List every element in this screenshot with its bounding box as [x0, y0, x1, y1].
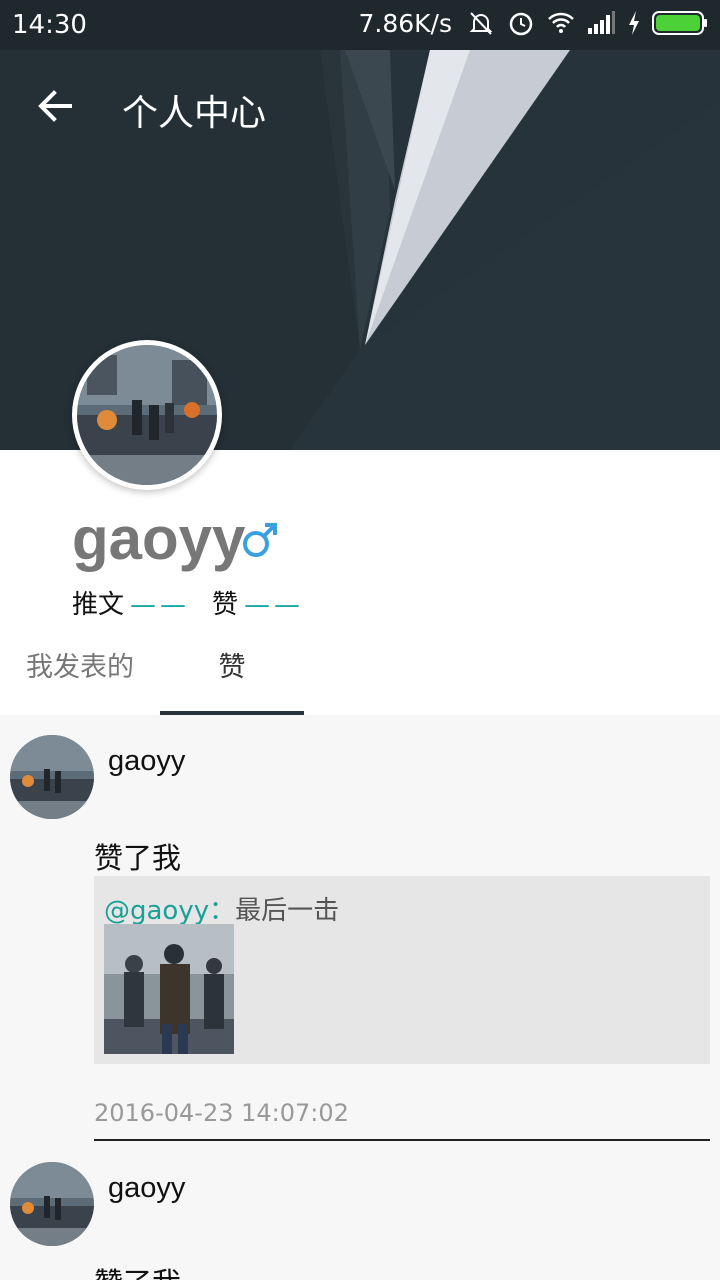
profile-username: gaoyy: [72, 505, 246, 572]
alarm-icon: [509, 12, 533, 36]
quoted-mention[interactable]: @gaoyy：: [104, 896, 235, 926]
likes-label: 赞: [212, 590, 239, 620]
posts-stat[interactable]: 推文 ——: [72, 584, 190, 621]
feed-username[interactable]: gaoyy: [108, 1172, 185, 1205]
charging-icon: [629, 11, 639, 35]
avatar-image: [77, 345, 217, 485]
back-arrow-icon[interactable]: [36, 86, 76, 126]
feed-avatar[interactable]: [10, 735, 94, 819]
profile-avatar[interactable]: [72, 340, 222, 490]
tab-my-posts[interactable]: 我发表的: [0, 640, 160, 715]
likes-stat[interactable]: 赞 ——: [212, 584, 304, 621]
feed-divider: [94, 1139, 710, 1141]
feed-username[interactable]: gaoyy: [108, 745, 185, 778]
quoted-line: @gaoyy：最后一击: [104, 890, 339, 927]
profile-stats: 推文 —— 赞 ——: [72, 584, 304, 621]
male-symbol-icon: [243, 523, 277, 557]
net-speed: 7.86K/s: [358, 8, 452, 38]
feed-timestamp: 2016-04-23 14:07:02: [94, 1099, 349, 1127]
quoted-image[interactable]: [104, 924, 234, 1054]
posts-count: ——: [130, 590, 191, 620]
profile-tabs: 我发表的 赞: [0, 640, 720, 715]
signal-icon: [588, 11, 615, 34]
quoted-text: 最后一击: [235, 896, 340, 926]
mute-bell-icon: [469, 12, 493, 35]
tab-likes[interactable]: 赞: [160, 640, 304, 715]
wifi-icon: [548, 12, 574, 33]
list-item[interactable]: gaoyy 赞了我: [0, 1145, 720, 1280]
battery-icon: [652, 11, 707, 35]
quoted-post[interactable]: @gaoyy：最后一击: [94, 876, 710, 1064]
status-icons: 7.86K/s: [358, 8, 708, 38]
likes-count: ——: [244, 590, 305, 620]
status-time: 14:30: [12, 10, 87, 40]
status-bar: 14:30 7.86K/s: [0, 0, 720, 50]
list-item[interactable]: gaoyy 赞了我 @gaoyy：最后一击 2016-04-23 14:07:0…: [0, 715, 720, 1145]
feed-text: 赞了我: [94, 1260, 181, 1280]
feed-avatar[interactable]: [10, 1162, 94, 1246]
profile-info: gaoyy 推文 —— 赞 —— 我发表的 赞: [0, 450, 720, 715]
posts-label: 推文: [72, 590, 125, 620]
page-title: 个人中心: [122, 93, 267, 134]
feed-text: 赞了我: [94, 841, 182, 875]
